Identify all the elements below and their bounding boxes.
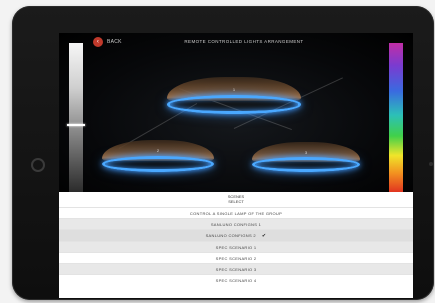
back-label: BACK: [107, 39, 122, 45]
back-arrow-icon: ‹: [93, 37, 103, 47]
menu-item[interactable]: CONTROL A SINGLE LAMP OF THE GROUP: [59, 207, 413, 218]
lamp-left[interactable]: 2: [102, 140, 214, 178]
tablet-frame: ‹ BACK REMOTE CONTROLLED LIGHTS ARRANGEM…: [12, 6, 434, 300]
top-bar: ‹ BACK REMOTE CONTROLLED LIGHTS ARRANGEM…: [59, 33, 413, 51]
checkmark-icon: ✔: [261, 232, 267, 239]
app-screen: ‹ BACK REMOTE CONTROLLED LIGHTS ARRANGEM…: [59, 33, 413, 298]
brightness-slider[interactable]: [67, 43, 85, 193]
menu-item-label: SPEC SCENARIO 3: [215, 266, 257, 272]
brightness-slider-thumb[interactable]: [67, 124, 85, 126]
lamp-label: 3: [304, 149, 308, 155]
scene-menu: SCENES SELECT CONTROL A SINGLE LAMP OF T…: [59, 192, 413, 298]
lamp-label: 2: [156, 148, 160, 154]
lamp-right[interactable]: 3: [252, 142, 360, 178]
back-button[interactable]: ‹ BACK: [93, 37, 122, 47]
lamp-label: 1: [232, 86, 236, 92]
screen-title: REMOTE CONTROLLED LIGHTS ARRANGEMENT: [184, 39, 304, 44]
menu-item[interactable]: SPEC SCENARIO 2: [59, 252, 413, 263]
menu-item-selected[interactable]: SANLUNO CONFIGNS 2 ✔: [59, 229, 413, 241]
lamp-scene: ‹ BACK REMOTE CONTROLLED LIGHTS ARRANGEM…: [59, 33, 413, 193]
home-button[interactable]: [31, 158, 45, 172]
menu-item-label: CONTROL A SINGLE LAMP OF THE GROUP: [189, 210, 283, 216]
menu-item[interactable]: SPEC SCENARIO 4: [59, 274, 413, 285]
menu-item-label: SPEC SCENARIO 1: [215, 244, 257, 250]
camera-dot: [429, 162, 433, 166]
menu-item[interactable]: SPEC SCENARIO 1: [59, 241, 413, 252]
lamp-light-ring: [102, 155, 214, 172]
menu-header: SCENES SELECT: [59, 192, 413, 207]
menu-header-subtitle: SELECT: [228, 199, 244, 204]
menu-item[interactable]: SANLUNO CONFIGNS 1: [59, 218, 413, 229]
lamp-top[interactable]: 1: [167, 77, 301, 121]
lamp-light-ring: [252, 157, 360, 173]
menu-item[interactable]: SPEC SCENARIO 3: [59, 263, 413, 274]
menu-item-label: SPEC SCENARIO 4: [215, 277, 257, 283]
menu-item-label: SANLUNO CONFIGNS 2: [205, 233, 256, 238]
color-slider[interactable]: [389, 43, 403, 193]
menu-item-label: SANLUNO CONFIGNS 1: [210, 221, 262, 227]
lamp-light-ring: [167, 95, 301, 114]
menu-item-label: SPEC SCENARIO 2: [215, 255, 257, 261]
